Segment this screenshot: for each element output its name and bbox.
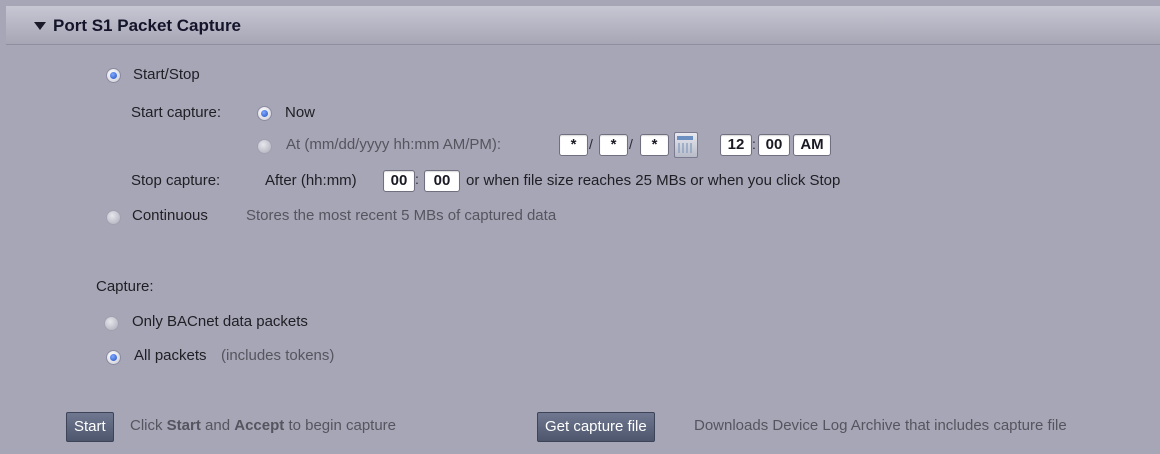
hint-accept-word: Accept	[234, 417, 285, 434]
continuous-label: Continuous	[132, 207, 208, 224]
time-separator: :	[415, 171, 419, 187]
start-button[interactable]: Start	[66, 412, 114, 442]
get-capture-file-button[interactable]: Get capture file	[537, 412, 655, 442]
year-field[interactable]: *	[640, 134, 669, 156]
collapse-triangle-icon[interactable]	[34, 22, 46, 30]
minute-field[interactable]: 00	[758, 134, 790, 156]
hint-text: to begin capture	[288, 417, 397, 434]
section-header[interactable]: Port S1 Packet Capture	[6, 6, 1160, 45]
time-separator: :	[752, 136, 756, 152]
at-label: At (mm/dd/yyyy hh:mm AM/PM):	[286, 136, 502, 153]
month-field[interactable]: *	[559, 134, 588, 156]
radio-start-at[interactable]	[257, 139, 272, 154]
all-packets-description: (includes tokens)	[221, 347, 335, 364]
radio-continuous[interactable]	[106, 210, 121, 225]
hour-field[interactable]: 12	[720, 134, 752, 156]
radio-start-now[interactable]	[257, 106, 272, 121]
packet-capture-panel: Port S1 Packet Capture Start/Stop Start …	[0, 0, 1160, 454]
date-separator: /	[629, 136, 633, 152]
day-field[interactable]: *	[599, 134, 628, 156]
calendar-icon[interactable]	[674, 132, 698, 158]
start-hint: Click Start and Accept to begin capture	[130, 417, 396, 434]
now-label: Now	[285, 104, 316, 121]
start-stop-label: Start/Stop	[133, 66, 200, 83]
after-hours-field[interactable]: 00	[383, 170, 415, 192]
after-label: After (hh:mm)	[265, 172, 357, 189]
start-capture-label: Start capture:	[131, 104, 222, 121]
hint-text: Click	[130, 417, 163, 434]
stop-capture-description: or when file size reaches 25 MBs or when…	[466, 172, 841, 189]
date-separator: /	[589, 136, 593, 152]
hint-start-word: Start	[166, 417, 201, 434]
hint-text: and	[205, 417, 231, 434]
section-title: Port S1 Packet Capture	[53, 16, 242, 35]
stop-capture-label: Stop capture:	[131, 172, 221, 189]
bacnet-label: Only BACnet data packets	[132, 313, 308, 330]
continuous-description: Stores the most recent 5 MBs of captured…	[246, 207, 557, 224]
radio-start-stop[interactable]	[106, 68, 121, 83]
ampm-field[interactable]: AM	[793, 134, 831, 156]
get-capture-file-description: Downloads Device Log Archive that includ…	[694, 417, 1067, 434]
capture-heading: Capture:	[96, 278, 154, 295]
after-minutes-field[interactable]: 00	[424, 170, 460, 192]
all-packets-label: All packets	[134, 347, 207, 364]
radio-all-packets[interactable]	[106, 350, 121, 365]
radio-bacnet-only[interactable]	[104, 316, 119, 331]
